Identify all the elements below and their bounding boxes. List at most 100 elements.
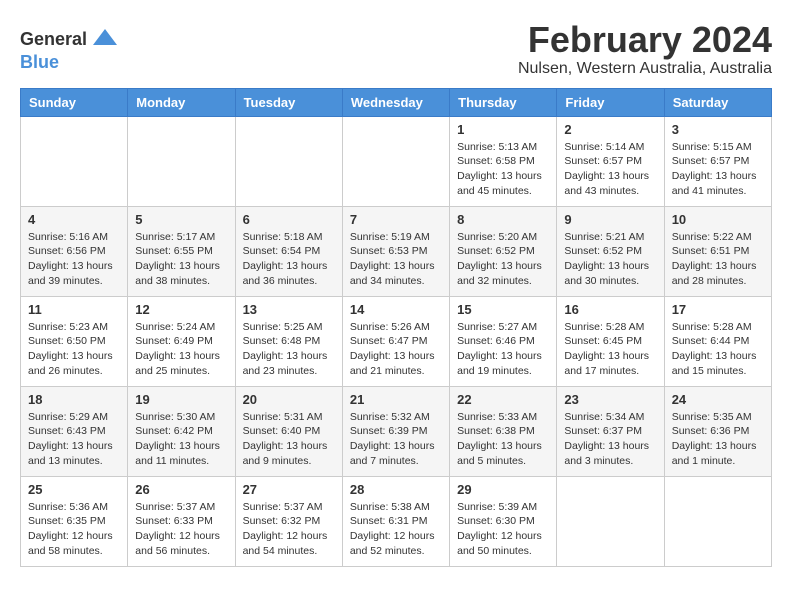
day-number: 13 xyxy=(243,302,335,317)
day-info: Sunrise: 5:39 AM Sunset: 6:30 PM Dayligh… xyxy=(457,500,549,559)
header-thursday: Thursday xyxy=(450,88,557,116)
calendar-cell: 1 Sunrise: 5:13 AM Sunset: 6:58 PM Daylig… xyxy=(450,116,557,206)
day-number: 26 xyxy=(135,482,227,497)
calendar-cell: 21 Sunrise: 5:32 AM Sunset: 6:39 PM Dayli… xyxy=(342,386,449,476)
calendar-cell xyxy=(235,116,342,206)
subtitle: Nulsen, Western Australia, Australia xyxy=(518,60,772,78)
calendar-week-2: 4 Sunrise: 5:16 AM Sunset: 6:56 PM Daylig… xyxy=(21,206,772,296)
day-number: 1 xyxy=(457,122,549,137)
day-info: Sunrise: 5:22 AM Sunset: 6:51 PM Dayligh… xyxy=(672,230,764,289)
day-info: Sunrise: 5:29 AM Sunset: 6:43 PM Dayligh… xyxy=(28,410,120,469)
calendar-cell: 16Sunrise: 5:28 AM Sunset: 6:45 PM Dayli… xyxy=(557,296,664,386)
calendar-cell xyxy=(342,116,449,206)
day-number: 18 xyxy=(28,392,120,407)
day-info: Sunrise: 5:20 AM Sunset: 6:52 PM Dayligh… xyxy=(457,230,549,289)
day-number: 21 xyxy=(350,392,442,407)
day-info: Sunrise: 5:16 AM Sunset: 6:56 PM Dayligh… xyxy=(28,230,120,289)
day-number: 25 xyxy=(28,482,120,497)
day-info: Sunrise: 5:36 AM Sunset: 6:35 PM Dayligh… xyxy=(28,500,120,559)
calendar-cell xyxy=(21,116,128,206)
day-number: 27 xyxy=(243,482,335,497)
day-number: 24 xyxy=(672,392,764,407)
day-info: Sunrise: 5:32 AM Sunset: 6:39 PM Dayligh… xyxy=(350,410,442,469)
day-info: Sunrise: 5:18 AM Sunset: 6:54 PM Dayligh… xyxy=(243,230,335,289)
calendar-cell: 5 Sunrise: 5:17 AM Sunset: 6:55 PM Daylig… xyxy=(128,206,235,296)
day-info: Sunrise: 5:23 AM Sunset: 6:50 PM Dayligh… xyxy=(28,320,120,379)
calendar-cell: 25 Sunrise: 5:36 AM Sunset: 6:35 PM Dayli… xyxy=(21,476,128,566)
day-info: Sunrise: 5:38 AM Sunset: 6:31 PM Dayligh… xyxy=(350,500,442,559)
day-number: 15 xyxy=(457,302,549,317)
calendar-cell: 26 Sunrise: 5:37 AM Sunset: 6:33 PM Dayli… xyxy=(128,476,235,566)
calendar-cell: 10 Sunrise: 5:22 AM Sunset: 6:51 PM Dayli… xyxy=(664,206,771,296)
logo-general: General xyxy=(20,30,87,48)
day-number: 3 xyxy=(672,122,764,137)
day-info: Sunrise: 5:35 AM Sunset: 6:36 PM Dayligh… xyxy=(672,410,764,469)
calendar-cell: 14 Sunrise: 5:26 AM Sunset: 6:47 PM Dayli… xyxy=(342,296,449,386)
logo: General Blue xyxy=(20,25,119,73)
calendar-cell: 12Sunrise: 5:24 AM Sunset: 6:49 PM Dayli… xyxy=(128,296,235,386)
calendar-cell: 3Sunrise: 5:15 AM Sunset: 6:57 PM Daylig… xyxy=(664,116,771,206)
calendar-week-5: 25 Sunrise: 5:36 AM Sunset: 6:35 PM Dayli… xyxy=(21,476,772,566)
calendar-cell xyxy=(664,476,771,566)
day-info: Sunrise: 5:17 AM Sunset: 6:55 PM Dayligh… xyxy=(135,230,227,289)
day-number: 6 xyxy=(243,212,335,227)
day-info: Sunrise: 5:34 AM Sunset: 6:37 PM Dayligh… xyxy=(564,410,656,469)
title-section: February 2024 Nulsen, Western Australia,… xyxy=(518,20,772,78)
day-number: 12 xyxy=(135,302,227,317)
calendar-cell: 4 Sunrise: 5:16 AM Sunset: 6:56 PM Daylig… xyxy=(21,206,128,296)
calendar-cell: 17Sunrise: 5:28 AM Sunset: 6:44 PM Dayli… xyxy=(664,296,771,386)
day-number: 9 xyxy=(564,212,656,227)
calendar-cell: 19 Sunrise: 5:30 AM Sunset: 6:42 PM Dayli… xyxy=(128,386,235,476)
calendar-cell: 23 Sunrise: 5:34 AM Sunset: 6:37 PM Dayli… xyxy=(557,386,664,476)
day-info: Sunrise: 5:27 AM Sunset: 6:46 PM Dayligh… xyxy=(457,320,549,379)
calendar-cell: 9Sunrise: 5:21 AM Sunset: 6:52 PM Daylig… xyxy=(557,206,664,296)
header-saturday: Saturday xyxy=(664,88,771,116)
day-number: 2 xyxy=(564,122,656,137)
calendar-cell xyxy=(128,116,235,206)
day-number: 23 xyxy=(564,392,656,407)
header-tuesday: Tuesday xyxy=(235,88,342,116)
main-title: February 2024 xyxy=(518,20,772,60)
day-info: Sunrise: 5:37 AM Sunset: 6:32 PM Dayligh… xyxy=(243,500,335,559)
day-number: 22 xyxy=(457,392,549,407)
header-wednesday: Wednesday xyxy=(342,88,449,116)
calendar-body: 1 Sunrise: 5:13 AM Sunset: 6:58 PM Daylig… xyxy=(21,116,772,566)
day-info: Sunrise: 5:19 AM Sunset: 6:53 PM Dayligh… xyxy=(350,230,442,289)
calendar-cell: 20Sunrise: 5:31 AM Sunset: 6:40 PM Dayli… xyxy=(235,386,342,476)
day-number: 8 xyxy=(457,212,549,227)
calendar-cell: 24 Sunrise: 5:35 AM Sunset: 6:36 PM Dayli… xyxy=(664,386,771,476)
day-number: 5 xyxy=(135,212,227,227)
calendar-cell xyxy=(557,476,664,566)
day-info: Sunrise: 5:26 AM Sunset: 6:47 PM Dayligh… xyxy=(350,320,442,379)
day-number: 29 xyxy=(457,482,549,497)
calendar-cell: 7 Sunrise: 5:19 AM Sunset: 6:53 PM Daylig… xyxy=(342,206,449,296)
header-friday: Friday xyxy=(557,88,664,116)
header-monday: Monday xyxy=(128,88,235,116)
day-info: Sunrise: 5:30 AM Sunset: 6:42 PM Dayligh… xyxy=(135,410,227,469)
day-number: 16 xyxy=(564,302,656,317)
day-number: 7 xyxy=(350,212,442,227)
calendar-cell: 29 Sunrise: 5:39 AM Sunset: 6:30 PM Dayli… xyxy=(450,476,557,566)
day-info: Sunrise: 5:14 AM Sunset: 6:57 PM Dayligh… xyxy=(564,140,656,199)
day-number: 19 xyxy=(135,392,227,407)
calendar-cell: 13Sunrise: 5:25 AM Sunset: 6:48 PM Dayli… xyxy=(235,296,342,386)
day-number: 4 xyxy=(28,212,120,227)
calendar-cell: 8 Sunrise: 5:20 AM Sunset: 6:52 PM Daylig… xyxy=(450,206,557,296)
calendar-cell: 28 Sunrise: 5:38 AM Sunset: 6:31 PM Dayli… xyxy=(342,476,449,566)
calendar-cell: 6 Sunrise: 5:18 AM Sunset: 6:54 PM Daylig… xyxy=(235,206,342,296)
day-number: 28 xyxy=(350,482,442,497)
day-number: 10 xyxy=(672,212,764,227)
calendar-cell: 27 Sunrise: 5:37 AM Sunset: 6:32 PM Dayli… xyxy=(235,476,342,566)
calendar-cell: 11Sunrise: 5:23 AM Sunset: 6:50 PM Dayli… xyxy=(21,296,128,386)
calendar-cell: 22Sunrise: 5:33 AM Sunset: 6:38 PM Dayli… xyxy=(450,386,557,476)
header-sunday: Sunday xyxy=(21,88,128,116)
day-info: Sunrise: 5:31 AM Sunset: 6:40 PM Dayligh… xyxy=(243,410,335,469)
day-info: Sunrise: 5:37 AM Sunset: 6:33 PM Dayligh… xyxy=(135,500,227,559)
calendar-week-3: 11Sunrise: 5:23 AM Sunset: 6:50 PM Dayli… xyxy=(21,296,772,386)
day-number: 14 xyxy=(350,302,442,317)
calendar-cell: 18 Sunrise: 5:29 AM Sunset: 6:43 PM Dayli… xyxy=(21,386,128,476)
day-info: Sunrise: 5:13 AM Sunset: 6:58 PM Dayligh… xyxy=(457,140,549,199)
day-number: 17 xyxy=(672,302,764,317)
logo-icon xyxy=(91,25,119,53)
calendar-header-row: SundayMondayTuesdayWednesdayThursdayFrid… xyxy=(21,88,772,116)
